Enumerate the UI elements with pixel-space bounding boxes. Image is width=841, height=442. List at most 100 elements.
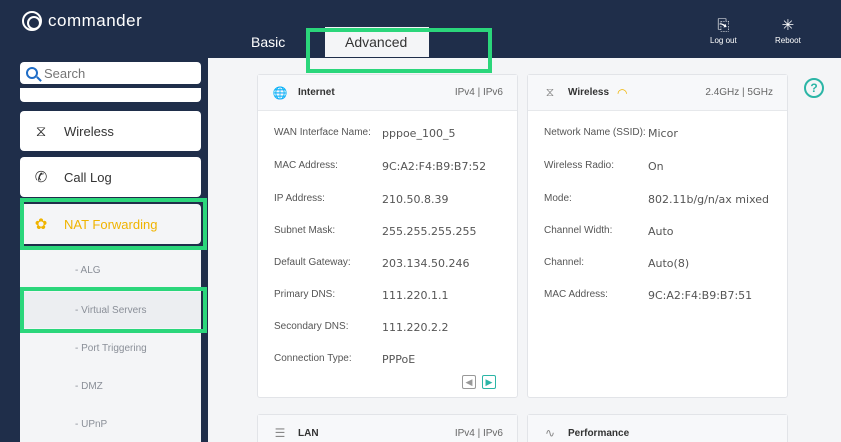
search-input[interactable] bbox=[44, 65, 194, 81]
reboot-icon: ✳ bbox=[781, 17, 795, 34]
info-row: Primary DNS: 111.220.1.1 bbox=[274, 289, 448, 302]
row-value: Micor bbox=[648, 127, 678, 140]
nav-item-partial[interactable] bbox=[20, 88, 201, 102]
tab-basic[interactable]: Basic bbox=[251, 27, 285, 57]
row-label: Mode: bbox=[544, 193, 572, 204]
logout-button[interactable]: ⎘ Log out bbox=[710, 17, 737, 46]
main-content: 🌐 Internet IPv4 | IPv6 WAN Interface Nam… bbox=[208, 58, 841, 442]
row-label: Secondary DNS: bbox=[274, 321, 349, 332]
sidebar-item-nat-forwarding[interactable]: ✿ NAT Forwarding bbox=[20, 204, 201, 244]
sidebar-item-call-log[interactable]: ✆ Call Log bbox=[20, 157, 201, 197]
row-value: 210.50.8.39 bbox=[382, 193, 449, 206]
sidebar-item-label: Call Log bbox=[64, 169, 112, 185]
band-toggle[interactable]: 2.4GHz | 5GHz bbox=[705, 87, 773, 98]
wifi-icon: ⧖ bbox=[35, 122, 47, 140]
sidebar-item-label: Wireless bbox=[64, 123, 114, 139]
nat-icon: ✿ bbox=[34, 216, 48, 233]
wireless-card-header: ⧖ Wireless ◠ 2.4GHz | 5GHz bbox=[528, 75, 787, 111]
search-box[interactable] bbox=[20, 62, 201, 84]
row-label: Default Gateway: bbox=[274, 257, 351, 268]
lan-card-header: ☰ LAN IPv4 | IPv6 bbox=[258, 415, 517, 442]
wireless-card: ⧖ Wireless ◠ 2.4GHz | 5GHz Network Name … bbox=[527, 74, 788, 398]
phone-icon: ✆ bbox=[34, 169, 48, 186]
pager: ◀ ▶ bbox=[462, 375, 496, 389]
card-title: Wireless bbox=[568, 87, 610, 98]
subitem-dmz[interactable]: - DMZ bbox=[20, 368, 201, 404]
info-row: Default Gateway: 203.134.50.246 bbox=[274, 257, 469, 270]
logo-icon bbox=[22, 11, 42, 31]
sidebar-item-label: NAT Forwarding bbox=[64, 216, 158, 232]
row-value: 802.11b/g/n/ax mixed bbox=[648, 193, 769, 206]
subitem-port-triggering[interactable]: - Port Triggering bbox=[20, 330, 201, 366]
row-value: Auto bbox=[648, 225, 674, 238]
subitem-label: - Virtual Servers bbox=[75, 304, 147, 316]
info-row: Network Name (SSID): Micor bbox=[544, 127, 678, 140]
help-icon[interactable]: ? bbox=[804, 78, 824, 98]
info-row: Channel: Auto(8) bbox=[544, 257, 689, 270]
reboot-button[interactable]: ✳ Reboot bbox=[775, 17, 801, 46]
subitem-label: - Port Triggering bbox=[75, 342, 147, 354]
row-value: 203.134.50.246 bbox=[382, 257, 470, 270]
info-row: Channel Width: Auto bbox=[544, 225, 674, 238]
card-title: Performance bbox=[568, 427, 630, 439]
row-value: 111.220.1.1 bbox=[382, 289, 449, 302]
row-value: On bbox=[648, 160, 664, 173]
performance-card-header: ∿ Performance bbox=[528, 415, 787, 442]
tab-label: Advanced bbox=[345, 34, 408, 50]
row-label: Channel Width: bbox=[544, 225, 613, 236]
row-label: Network Name (SSID): bbox=[544, 127, 646, 138]
ip-version-toggle[interactable]: IPv4 | IPv6 bbox=[455, 428, 503, 439]
logout-icon: ⎘ bbox=[717, 17, 730, 34]
row-value: PPPoE bbox=[382, 353, 416, 366]
row-value: pppoe_100_5 bbox=[382, 127, 456, 140]
lan-icon: ☰ bbox=[274, 426, 286, 440]
row-label: Primary DNS: bbox=[274, 289, 336, 300]
row-label: Connection Type: bbox=[274, 353, 352, 364]
nat-submenu: - ALG - Virtual Servers - Port Triggerin… bbox=[20, 246, 201, 442]
commander-logo[interactable]: commander bbox=[22, 8, 142, 34]
info-row: Secondary DNS: 111.220.2.2 bbox=[274, 321, 448, 334]
globe-icon: 🌐 bbox=[272, 85, 288, 100]
info-row: IP Address: 210.50.8.39 bbox=[274, 193, 448, 206]
reboot-label: Reboot bbox=[775, 36, 801, 45]
lan-card: ☰ LAN IPv4 | IPv6 bbox=[257, 414, 518, 442]
row-value: 255.255.255.255 bbox=[382, 225, 477, 238]
row-label: Wireless Radio: bbox=[544, 160, 615, 171]
top-bar: Basic Advanced ⎘ Log out ✳ Reboot bbox=[208, 0, 841, 58]
sidebar: commander ⧖ Wireless ✆ Call Log ✿ NAT Fo… bbox=[0, 0, 208, 442]
wifi-signal-icon: ◠ bbox=[617, 85, 628, 100]
row-label: Channel: bbox=[544, 257, 585, 268]
internet-card: 🌐 Internet IPv4 | IPv6 WAN Interface Nam… bbox=[257, 74, 518, 398]
pulse-icon: ∿ bbox=[544, 426, 556, 440]
row-label: IP Address: bbox=[274, 193, 325, 204]
ip-version-toggle[interactable]: IPv4 | IPv6 bbox=[455, 87, 503, 98]
tab-advanced[interactable]: Advanced bbox=[325, 27, 429, 57]
card-title: Internet bbox=[298, 87, 335, 98]
info-row: MAC Address: 9C:A2:F4:B9:B7:51 bbox=[544, 289, 752, 302]
logout-label: Log out bbox=[710, 36, 737, 45]
info-row: WAN Interface Name: pppoe_100_5 bbox=[274, 127, 455, 140]
row-value: 9C:A2:F4:B9:B7:51 bbox=[648, 289, 753, 302]
wifi-icon: ⧖ bbox=[545, 85, 555, 99]
row-value: 9C:A2:F4:B9:B7:52 bbox=[382, 160, 487, 173]
info-row: Wireless Radio: On bbox=[544, 160, 664, 173]
next-page-button[interactable]: ▶ bbox=[482, 375, 496, 389]
subitem-alg[interactable]: - ALG bbox=[20, 252, 201, 288]
search-icon bbox=[26, 67, 38, 79]
tab-label: Basic bbox=[251, 34, 286, 50]
info-row: Mode: 802.11b/g/n/ax mixed bbox=[544, 193, 769, 206]
row-value: 111.220.2.2 bbox=[382, 321, 449, 334]
row-label: WAN Interface Name: bbox=[274, 127, 371, 138]
sidebar-item-wireless[interactable]: ⧖ Wireless bbox=[20, 111, 201, 151]
info-row: Subnet Mask: 255.255.255.255 bbox=[274, 225, 476, 238]
prev-page-button[interactable]: ◀ bbox=[462, 375, 476, 389]
row-label: MAC Address: bbox=[544, 289, 608, 300]
subitem-label: - DMZ bbox=[75, 380, 103, 392]
logo-text: commander bbox=[48, 11, 143, 30]
subitem-upnp[interactable]: - UPnP bbox=[20, 406, 201, 442]
performance-card: ∿ Performance bbox=[527, 414, 788, 442]
subitem-virtual-servers[interactable]: - Virtual Servers bbox=[20, 292, 201, 328]
row-value: Auto(8) bbox=[648, 257, 690, 270]
info-row: Connection Type: PPPoE bbox=[274, 353, 415, 366]
info-row: MAC Address: 9C:A2:F4:B9:B7:52 bbox=[274, 160, 486, 173]
